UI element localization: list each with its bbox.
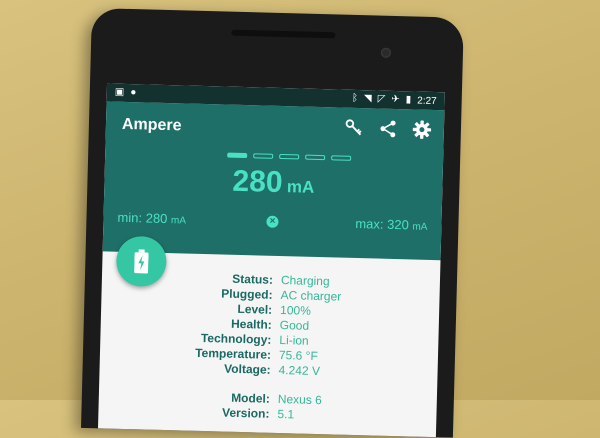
airplane-icon: ✈ — [391, 93, 400, 106]
status-value: Charging — [280, 273, 330, 289]
current-reading: 280 mA — [104, 161, 443, 204]
speaker-grille — [231, 29, 336, 39]
health-value: Good — [279, 318, 310, 333]
voltage-value: 4.242 V — [278, 363, 321, 379]
page-dot[interactable] — [305, 154, 326, 161]
app-notification-icon: ● — [130, 87, 137, 99]
current-unit: mA — [286, 177, 315, 197]
min-label: min: — [117, 209, 143, 226]
max-value: 320 — [386, 216, 410, 233]
app-title: Ampere — [121, 115, 182, 135]
no-signal-icon: ◸ — [377, 93, 386, 105]
phone-device: ▣ ● ᛒ ◥ ◸ ✈ ▮ 2:27 Ampere 280 mA min: 28… — [81, 8, 464, 438]
max-label: max: — [355, 215, 384, 232]
toolbar-actions — [342, 116, 435, 142]
wifi-icon: ◥ — [363, 93, 372, 105]
version-value: 5.1 — [277, 406, 295, 422]
min-unit: mA — [170, 215, 187, 227]
current-value: 280 — [232, 164, 284, 200]
battery-info: Status: Charging Plugged: AC charger Lev… — [98, 268, 440, 426]
min-value: 280 — [145, 210, 168, 227]
version-label: Version: — [221, 405, 270, 421]
image-notification-icon: ▣ — [114, 86, 125, 98]
page-dot[interactable] — [253, 153, 274, 159]
app-header: Ampere 280 mA min: 280 mA × max: 320 mA — [102, 101, 445, 261]
reset-minmax-icon[interactable]: × — [266, 215, 279, 228]
page-dot[interactable] — [331, 155, 352, 161]
status-time: 2:27 — [417, 95, 437, 107]
key-button[interactable] — [342, 116, 367, 141]
share-icon — [380, 120, 396, 138]
technology-value: Li-ion — [279, 333, 309, 348]
key-icon — [345, 119, 362, 136]
temperature-value: 75.6 °F — [278, 348, 318, 364]
screen: ▣ ● ᛒ ◥ ◸ ✈ ▮ 2:27 Ampere 280 mA min: 28… — [97, 83, 445, 438]
level-value: 100% — [279, 303, 312, 318]
battery-icon: ▮ — [405, 94, 412, 106]
bluetooth-icon: ᛒ — [351, 92, 359, 104]
page-dot[interactable] — [227, 152, 248, 159]
front-camera — [380, 47, 392, 58]
max-reading: max: 320 mA — [355, 216, 427, 233]
share-button[interactable] — [376, 116, 401, 141]
max-unit: mA — [412, 221, 428, 233]
page-dot[interactable] — [279, 153, 300, 160]
settings-icon — [412, 120, 432, 139]
page-indicator — [227, 152, 352, 161]
settings-button[interactable] — [410, 117, 435, 142]
min-reading: min: 280 mA — [117, 210, 186, 227]
